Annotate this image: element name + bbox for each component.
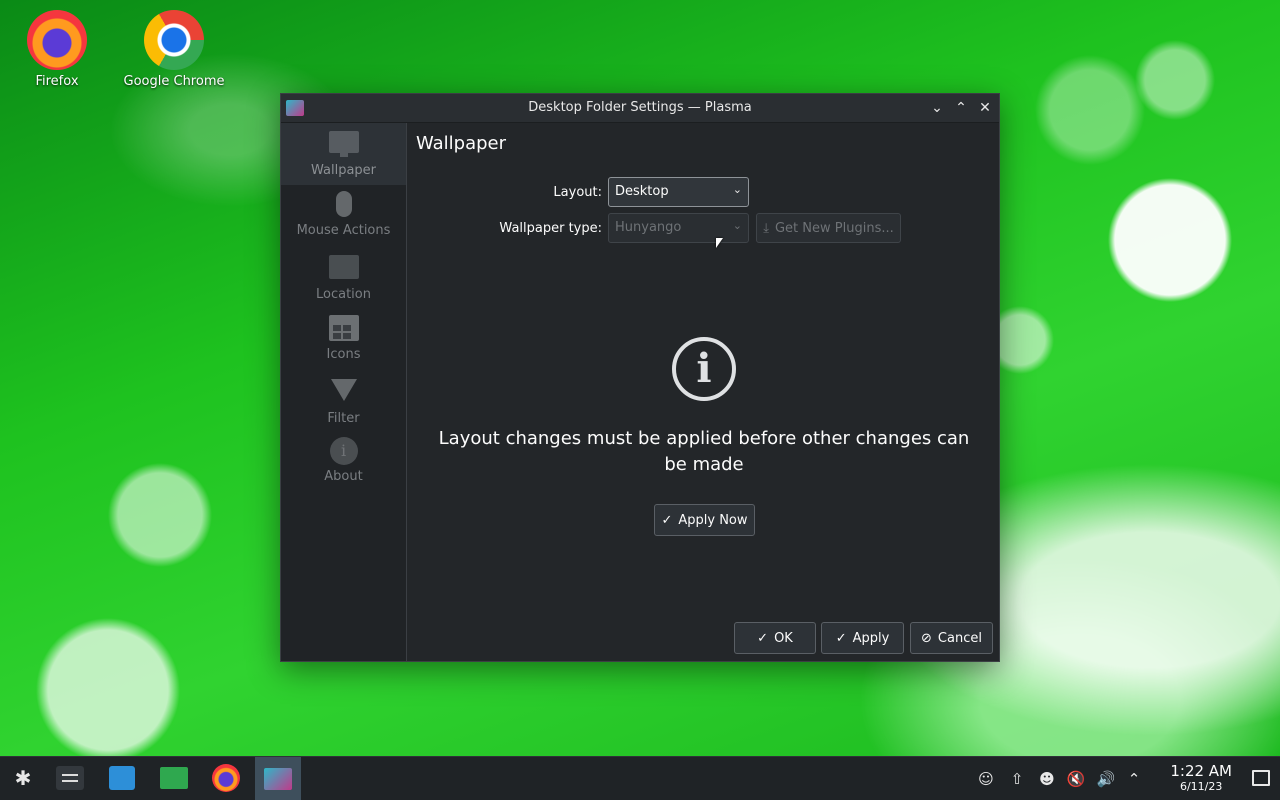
desktop-icon-label: Firefox xyxy=(35,74,79,89)
digital-clock[interactable]: 1:22 AM 6/11/23 xyxy=(1170,762,1232,794)
wallpaper-type-value: Hunyango xyxy=(615,220,682,235)
maximize-button[interactable]: ⌃ xyxy=(951,98,971,118)
info-icon: i xyxy=(672,337,736,401)
close-icon: ✕ xyxy=(979,100,991,116)
layout-change-message: Layout changes must be applied before ot… xyxy=(438,428,970,475)
get-new-plugins-button[interactable]: ⤓ Get New Plugins... xyxy=(756,213,901,243)
taskbar-file-manager[interactable] xyxy=(159,763,189,793)
window-title: Desktop Folder Settings — Plasma xyxy=(528,100,752,115)
checkmark-icon: ✓ xyxy=(757,630,769,646)
checkmark-icon: ✓ xyxy=(661,512,673,528)
cancel-label: Cancel xyxy=(937,630,982,646)
chevron-down-icon: ⌄ xyxy=(732,219,742,232)
sidebar-item-mouse-actions[interactable]: Mouse Actions xyxy=(281,185,406,247)
launcher-icon: ✱ xyxy=(14,766,32,790)
sidebar-item-label: Icons xyxy=(326,347,361,362)
desktop-icon-google-chrome[interactable]: Google Chrome xyxy=(119,10,229,89)
show-desktop-button[interactable] xyxy=(1252,770,1270,786)
chrome-icon xyxy=(144,10,204,70)
application-launcher-button[interactable]: ✱ xyxy=(8,763,38,793)
sidebar-item-label: Wallpaper xyxy=(310,163,377,178)
window-titlebar[interactable]: Desktop Folder Settings — Plasma ⌄ ⌃ ✕ xyxy=(281,94,999,123)
info-icon: i xyxy=(329,437,358,465)
filter-icon xyxy=(330,379,357,401)
firefox-icon xyxy=(27,10,87,70)
muted-speaker-icon[interactable]: 🔇 xyxy=(1066,769,1086,789)
icon-grid-icon xyxy=(328,315,359,341)
mouse-cursor xyxy=(716,238,723,248)
update-icon[interactable]: ⇧ xyxy=(1007,769,1027,789)
get-new-plugins-label: Get New Plugins... xyxy=(774,220,894,236)
maximize-icon: ⌃ xyxy=(955,100,967,116)
taskbar-discover[interactable] xyxy=(107,763,137,793)
layout-select-value: Desktop xyxy=(615,184,669,199)
download-icon: ⤓ xyxy=(763,220,769,236)
expand-arrow-icon[interactable]: ⌃ xyxy=(1124,769,1144,789)
checkmark-icon: ✓ xyxy=(835,630,847,646)
firefox-icon xyxy=(212,764,240,792)
network-user-icon[interactable]: ☻ xyxy=(1037,769,1057,789)
settings-content: Wallpaper Layout: Desktop ⌄ Wallpaper ty… xyxy=(408,123,999,661)
cancel-icon: ⊘ xyxy=(921,630,932,646)
sidebar-item-about[interactable]: i About xyxy=(281,433,406,495)
sidebar-item-icons[interactable]: Icons xyxy=(281,309,406,371)
page-title: Wallpaper xyxy=(416,133,507,154)
layout-label: Layout: xyxy=(553,185,602,200)
monitor-icon xyxy=(328,131,359,157)
desktop-icon-firefox[interactable]: Firefox xyxy=(2,10,112,89)
apply-now-button[interactable]: ✓ Apply Now xyxy=(654,504,755,536)
taskbar-plasma-settings[interactable] xyxy=(255,757,301,800)
settings-sidebar: Wallpaper Mouse Actions Location Icons F… xyxy=(281,123,407,661)
desktop-icon-label: Google Chrome xyxy=(123,74,225,89)
settings-icon xyxy=(56,766,84,790)
plasma-app-icon xyxy=(264,768,292,790)
ok-button[interactable]: ✓ OK xyxy=(734,622,816,654)
taskbar: ✱ ☺ ⇧ ☻ 🔇 🔊 ⌃ 1:22 AM 6/11/23 xyxy=(0,756,1280,800)
wallpaper-type-select[interactable]: Hunyango ⌄ xyxy=(608,213,749,243)
wallpaper-type-label: Wallpaper type: xyxy=(499,221,602,236)
cancel-button[interactable]: ⊘ Cancel xyxy=(910,622,993,654)
sidebar-item-filter[interactable]: Filter xyxy=(281,371,406,433)
sidebar-item-label: About xyxy=(324,469,363,484)
sidebar-item-label: Location xyxy=(316,287,371,302)
taskbar-system-settings[interactable] xyxy=(55,763,85,793)
minimize-button[interactable]: ⌄ xyxy=(927,98,947,118)
sidebar-item-label: Mouse Actions xyxy=(296,223,391,238)
sidebar-item-label: Filter xyxy=(327,411,360,426)
sidebar-item-location[interactable]: Location xyxy=(281,247,406,309)
apply-label: Apply xyxy=(852,630,890,646)
clock-time: 1:22 AM xyxy=(1170,762,1232,780)
volume-icon[interactable]: 🔊 xyxy=(1096,769,1116,789)
apply-now-label: Apply Now xyxy=(678,512,748,528)
apply-button[interactable]: ✓ Apply xyxy=(821,622,904,654)
chevron-down-icon: ⌄ xyxy=(732,183,742,196)
user-icon[interactable]: ☺ xyxy=(976,769,996,789)
clock-date: 6/11/23 xyxy=(1179,780,1223,793)
ok-label: OK xyxy=(774,630,793,646)
close-button[interactable]: ✕ xyxy=(975,98,995,118)
store-icon xyxy=(109,766,135,790)
mouse-icon xyxy=(335,191,352,217)
minimize-icon: ⌄ xyxy=(931,100,943,116)
folder-icon xyxy=(160,767,188,789)
taskbar-firefox[interactable] xyxy=(211,763,241,793)
sidebar-item-wallpaper[interactable]: Wallpaper xyxy=(281,123,406,185)
settings-window: Desktop Folder Settings — Plasma ⌄ ⌃ ✕ W… xyxy=(280,93,1000,662)
layout-select[interactable]: Desktop ⌄ xyxy=(608,177,749,207)
folder-icon xyxy=(328,255,359,279)
